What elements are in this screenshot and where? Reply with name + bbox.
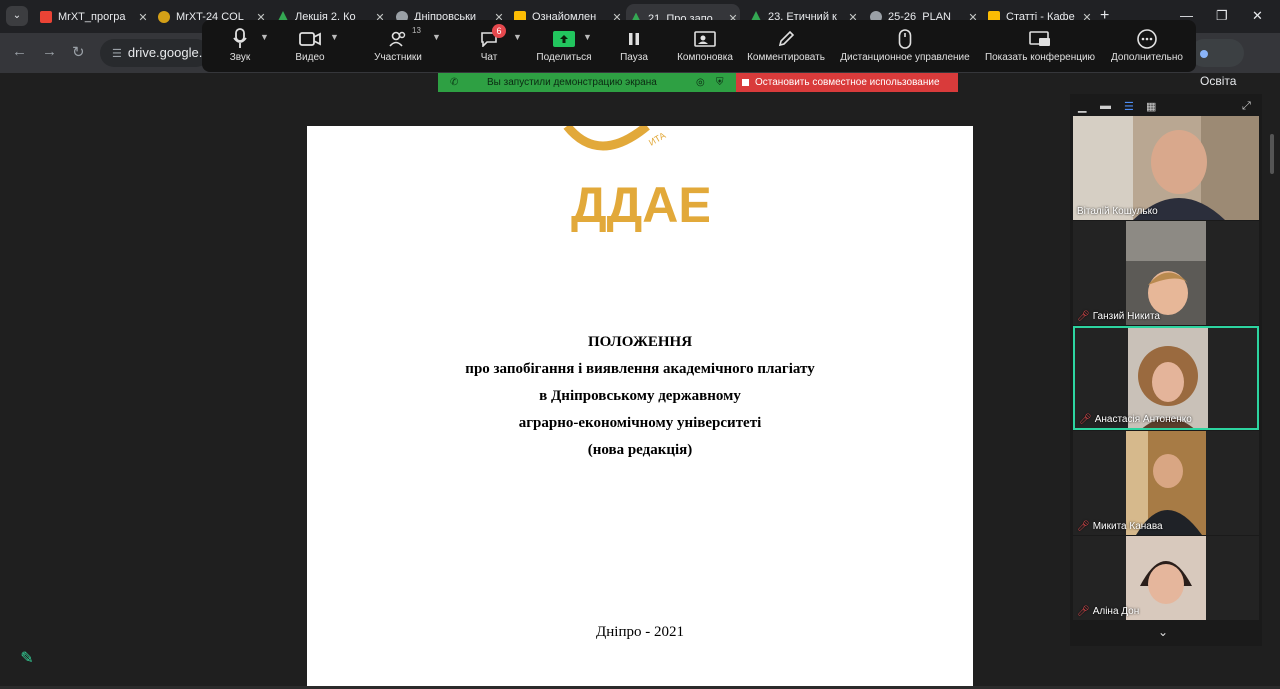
connection-status-icon: ◎ bbox=[696, 77, 705, 88]
participant-video bbox=[1073, 116, 1259, 220]
address-text: drive.google.c bbox=[127, 45, 209, 60]
page-scrollbar[interactable] bbox=[1268, 94, 1276, 646]
camera-icon bbox=[290, 26, 330, 52]
chat-label: Чат bbox=[480, 52, 498, 63]
stop-sharing-label: Остановить совместное использование bbox=[755, 77, 940, 88]
participant-tile[interactable]: 🎤︎ Аліна Дон bbox=[1073, 536, 1259, 620]
tab-search-chevron-icon[interactable]: ⌄ bbox=[6, 6, 28, 26]
muted-mic-icon: 🎤︎ bbox=[1077, 311, 1090, 322]
show-conference-button[interactable]: Показать конференцию bbox=[982, 26, 1098, 70]
more-label: Дополнительно bbox=[1111, 52, 1183, 63]
reload-icon[interactable]: ↻ bbox=[72, 43, 85, 61]
document-subtitle-line: в Дніпровському державному bbox=[539, 388, 741, 404]
microphone-icon bbox=[222, 26, 258, 52]
show-conference-label: Показать конференцию bbox=[984, 52, 1096, 63]
address-bar[interactable]: ☰ drive.google.c bbox=[100, 39, 210, 67]
gallery-view-icon[interactable]: ▦ bbox=[1146, 100, 1156, 113]
participant-name: 🎤︎ Анастасія Антоненко bbox=[1079, 414, 1192, 425]
gmail-icon bbox=[40, 11, 52, 23]
tab-label: MrXT_програ bbox=[58, 11, 126, 23]
participant-video bbox=[1126, 221, 1206, 325]
audio-label: Звук bbox=[229, 52, 251, 63]
participant-name: 🎤︎ Ганзий Никита bbox=[1077, 311, 1160, 322]
shared-document-page: ИТА ДДАЕУ ПОЛОЖЕННЯ про запобігання і ви… bbox=[307, 126, 973, 686]
participant-video bbox=[1126, 431, 1206, 535]
scroll-down-chevron-icon[interactable]: ⌄ bbox=[1158, 625, 1168, 639]
audio-button[interactable]: Звук bbox=[222, 26, 258, 70]
share-options-chevron-icon[interactable]: ▼ bbox=[583, 32, 592, 42]
document-city-year: Дніпро - 2021 bbox=[596, 624, 684, 640]
share-arrow-icon bbox=[553, 31, 575, 47]
participant-name: Віталій Кошулько bbox=[1077, 206, 1158, 217]
zoom-meeting-toolbar: Звук ▼ Видео ▼ Участники 13 ▼ Чат 6 ▼ По… bbox=[202, 20, 1196, 72]
layout-label: Компоновка bbox=[677, 52, 733, 63]
document-edition: (нова редакція) bbox=[587, 442, 693, 458]
screen-share-banner: ✆ Вы запустили демонстрацию экрана ◎ ⛨ О… bbox=[438, 73, 958, 92]
stop-sharing-button[interactable]: Остановить совместное использование bbox=[736, 73, 958, 92]
video-label: Видео bbox=[295, 52, 325, 63]
audio-options-chevron-icon[interactable]: ▼ bbox=[260, 32, 269, 42]
chat-options-chevron-icon[interactable]: ▼ bbox=[513, 32, 522, 42]
participants-count: 13 bbox=[412, 26, 421, 35]
video-button[interactable]: Видео bbox=[290, 26, 330, 70]
speaker-view-icon[interactable]: ▬ bbox=[1100, 100, 1111, 112]
pause-label: Пауза bbox=[620, 52, 648, 63]
pencil-icon bbox=[746, 26, 826, 52]
layout-button[interactable]: Компоновка bbox=[674, 26, 736, 70]
browser-tab[interactable]: MrXT_програ ✕ bbox=[36, 6, 150, 28]
university-icon bbox=[158, 11, 170, 23]
more-icon bbox=[1108, 26, 1186, 52]
document-subtitle-line: про запобігання і виявлення академічного… bbox=[465, 361, 815, 377]
security-shield-icon: ⛨ bbox=[716, 77, 724, 88]
site-settings-icon[interactable]: ☰ bbox=[112, 48, 122, 60]
tab-close-icon[interactable]: ✕ bbox=[136, 11, 150, 24]
participant-tile[interactable]: 🎤︎ Ганзий Никита bbox=[1073, 221, 1259, 325]
participant-tile[interactable]: Віталій Кошулько bbox=[1073, 116, 1259, 220]
svg-text:ИТА: ИТА bbox=[647, 130, 667, 147]
muted-mic-icon: 🎤︎ bbox=[1077, 521, 1090, 532]
phone-icon: ✆ bbox=[450, 77, 459, 88]
scrollbar-thumb[interactable] bbox=[1270, 134, 1274, 174]
edit-pencil-icon[interactable]: ✎ bbox=[14, 646, 40, 672]
profile-button[interactable]: Освіта bbox=[1190, 39, 1244, 88]
show-conference-icon bbox=[982, 26, 1098, 52]
stop-icon bbox=[742, 78, 749, 86]
pause-share-button[interactable]: Пауза bbox=[614, 26, 654, 70]
layout-icon bbox=[674, 26, 736, 52]
remote-control-button[interactable]: Дистанционное управление bbox=[838, 26, 972, 70]
participants-video-panel: ▁ ▬ ☰ ▦ ⤢ Віталій Кошулько 🎤︎ Ганзий Ники… bbox=[1070, 94, 1262, 646]
annotate-label: Комментировать bbox=[747, 52, 825, 63]
muted-mic-icon: 🎤︎ bbox=[1077, 606, 1090, 617]
document-subtitle-line: аграрно-економічному університеті bbox=[518, 415, 762, 431]
participant-name: 🎤︎ Аліна Дон bbox=[1077, 606, 1140, 617]
maximize-icon[interactable]: ❐ bbox=[1216, 8, 1228, 24]
expand-panel-icon[interactable]: ⤢ bbox=[1242, 100, 1251, 113]
share-label: Поделиться bbox=[536, 52, 592, 63]
forward-icon[interactable]: → bbox=[42, 43, 57, 60]
minimize-panel-icon[interactable]: ▁ bbox=[1078, 100, 1086, 113]
muted-mic-icon: 🎤︎ bbox=[1079, 414, 1092, 425]
profile-label: Освіта bbox=[1200, 74, 1237, 88]
strip-view-icon[interactable]: ☰ bbox=[1124, 100, 1134, 113]
participants-options-chevron-icon[interactable]: ▼ bbox=[432, 32, 441, 42]
document-title: ПОЛОЖЕННЯ bbox=[587, 334, 693, 350]
svg-text:ДДАЕУ: ДДАЕУ bbox=[571, 177, 709, 233]
participants-label: Участники bbox=[374, 52, 422, 63]
window-close-icon[interactable]: ✕ bbox=[1252, 8, 1263, 24]
sharing-message: Вы запустили демонстрацию экрана bbox=[487, 77, 657, 88]
annotate-button[interactable]: Комментировать bbox=[746, 26, 826, 70]
participant-tile-active-speaker[interactable]: 🎤︎ Анастасія Антоненко bbox=[1073, 326, 1259, 430]
chat-unread-badge: 6 bbox=[492, 24, 506, 38]
more-button[interactable]: Дополнительно bbox=[1108, 26, 1186, 70]
profile-avatar-icon bbox=[1200, 49, 1208, 58]
sharing-status: ✆ Вы запустили демонстрацию экрана ◎ ⛨ bbox=[438, 73, 736, 92]
video-options-chevron-icon[interactable]: ▼ bbox=[330, 32, 339, 42]
participant-name: 🎤︎ Микита Канава bbox=[1077, 521, 1163, 532]
back-icon[interactable]: ← bbox=[12, 43, 27, 60]
pause-icon bbox=[614, 26, 654, 52]
mouse-icon bbox=[838, 26, 972, 52]
university-logo: ИТА ДДАЕУ bbox=[539, 126, 744, 246]
participant-tile[interactable]: 🎤︎ Микита Канава bbox=[1073, 431, 1259, 535]
remote-control-label: Дистанционное управление bbox=[840, 52, 970, 63]
